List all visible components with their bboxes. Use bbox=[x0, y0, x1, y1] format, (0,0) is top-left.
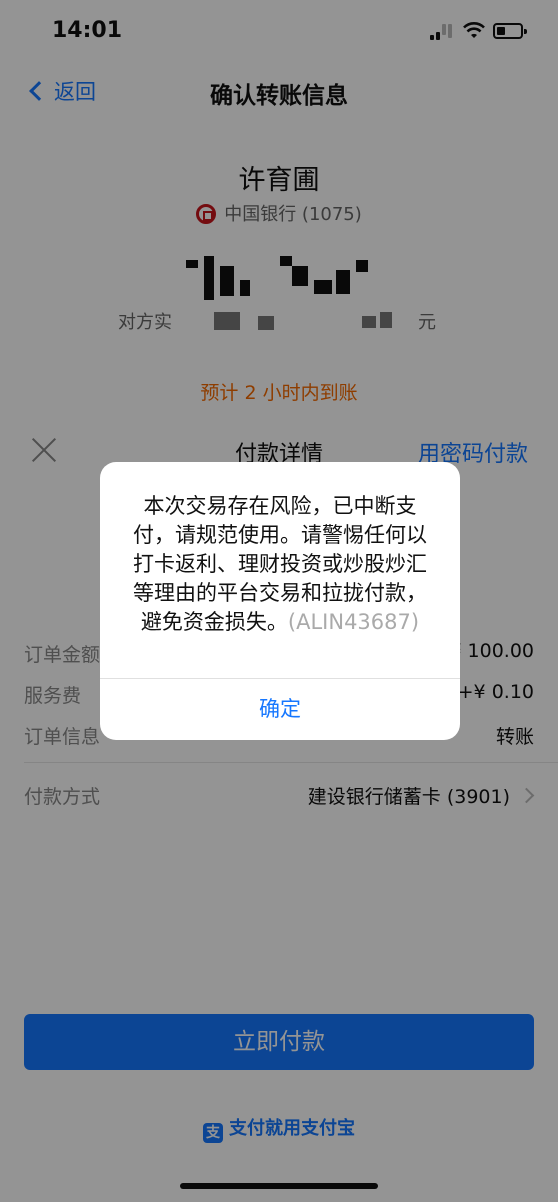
risk-alert-dialog: 本次交易存在风险，已中断支付，请规范使用。请警惕任何以打卡返利、理财投资或炒股炒… bbox=[100, 462, 460, 740]
alert-message-block: 本次交易存在风险，已中断支付，请规范使用。请警惕任何以打卡返利、理财投资或炒股炒… bbox=[128, 492, 432, 637]
alert-confirm-button[interactable]: 确定 bbox=[100, 679, 460, 740]
screen: 14:01 返回 确认转账信息 许育圃 中国银行 (1075) 对方实 元 预计… bbox=[0, 0, 558, 1202]
alert-error-code: (ALIN43687) bbox=[287, 610, 420, 634]
